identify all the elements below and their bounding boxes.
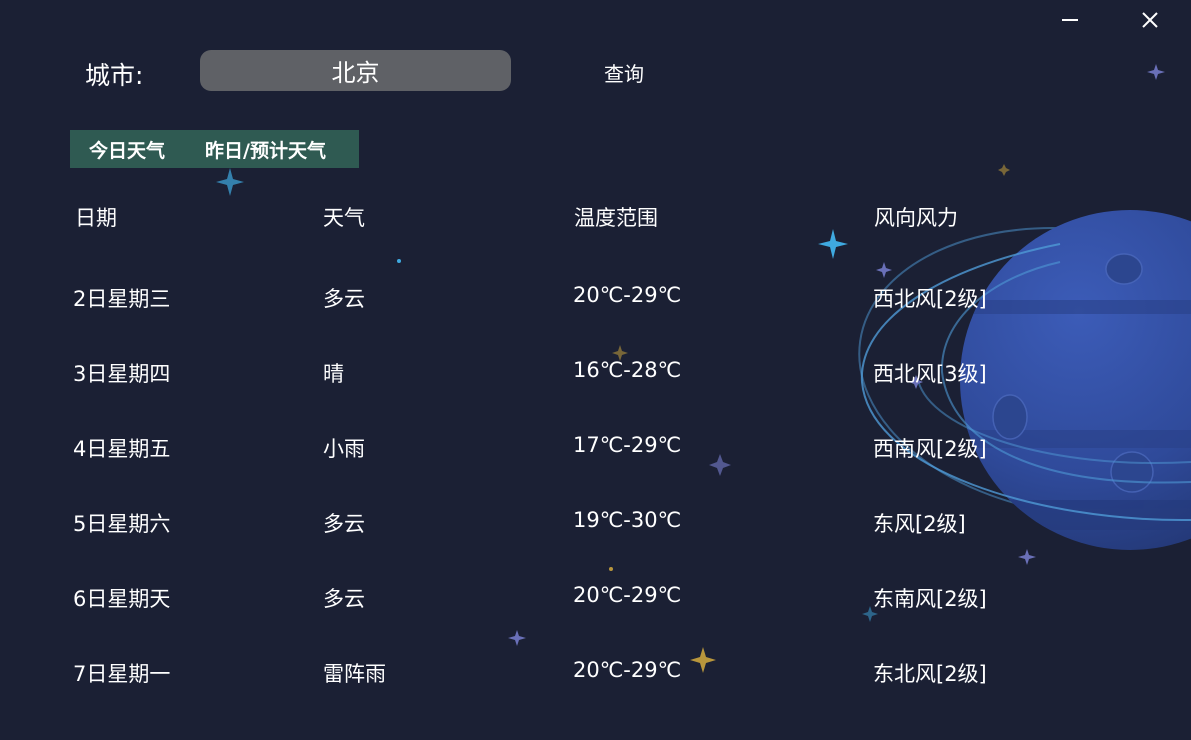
tab-today-weather[interactable]: 今日天气 <box>89 136 165 163</box>
weather-tabs: 今日天气 昨日/预计天气 <box>70 130 359 168</box>
row-2-weather: 晴 <box>323 362 344 386</box>
row-5-wind: 东南风[2级] <box>873 587 987 611</box>
row-2-wind: 西北风[3级] <box>873 362 987 386</box>
row-5-date: 6日星期天 <box>73 587 171 611</box>
query-button[interactable]: 查询 <box>584 56 664 88</box>
row-6-weather: 雷阵雨 <box>323 662 386 686</box>
row-6-temperature: 20℃-29℃ <box>573 658 682 682</box>
row-2-date: 3日星期四 <box>73 362 171 386</box>
row-4-date: 5日星期六 <box>73 512 171 536</box>
row-2-temperature: 16℃-28℃ <box>573 358 682 382</box>
row-1-wind: 西北风[2级] <box>873 287 987 311</box>
header-weather: 天气 <box>323 206 365 230</box>
row-3-temperature: 17℃-29℃ <box>573 433 682 457</box>
minimize-button[interactable] <box>1052 6 1088 34</box>
row-5-weather: 多云 <box>323 587 365 611</box>
row-1-date: 2日星期三 <box>73 287 171 311</box>
row-3-date: 4日星期五 <box>73 437 171 461</box>
row-1-temperature: 20℃-29℃ <box>573 283 682 307</box>
close-button[interactable] <box>1132 6 1168 34</box>
header-date: 日期 <box>75 206 117 230</box>
row-4-wind: 东风[2级] <box>873 512 966 536</box>
close-icon <box>1142 12 1158 28</box>
header-wind: 风向风力 <box>874 206 958 230</box>
row-3-weather: 小雨 <box>323 437 365 461</box>
row-4-temperature: 19℃-30℃ <box>573 508 682 532</box>
minimize-icon <box>1062 19 1078 21</box>
row-1-weather: 多云 <box>323 287 365 311</box>
tab-yesterday-forecast-weather[interactable]: 昨日/预计天气 <box>205 136 326 163</box>
row-3-wind: 西南风[2级] <box>873 437 987 461</box>
header-temperature: 温度范围 <box>574 206 658 230</box>
row-6-wind: 东北风[2级] <box>873 662 987 686</box>
row-4-weather: 多云 <box>323 512 365 536</box>
city-input[interactable] <box>200 50 511 91</box>
city-label: 城市: <box>85 61 144 90</box>
row-6-date: 7日星期一 <box>73 662 171 686</box>
row-5-temperature: 20℃-29℃ <box>573 583 682 607</box>
